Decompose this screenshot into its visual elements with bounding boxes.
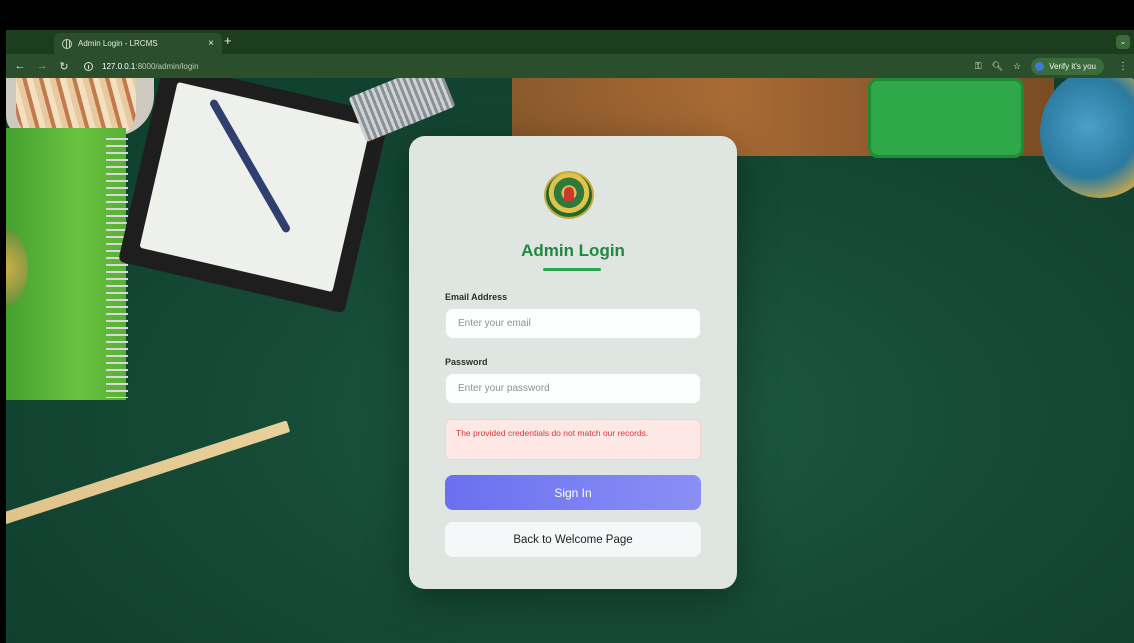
profile-avatar-icon — [1035, 61, 1045, 71]
browser-tab[interactable]: Admin Login - LRCMS × — [54, 33, 222, 54]
login-card: Admin Login Email Address Password The p… — [409, 136, 737, 589]
bookmark-star-icon[interactable]: ☆ — [1013, 61, 1021, 72]
notebook-spiral-decoration — [106, 138, 128, 398]
page-title: Admin Login — [521, 241, 625, 260]
address-bar[interactable]: 127.0.0.1:8000/admin/login — [84, 57, 944, 75]
email-field[interactable] — [445, 308, 701, 339]
site-info-icon[interactable] — [84, 61, 93, 71]
menu-icon[interactable]: ⋮ — [1118, 61, 1128, 72]
new-tab-button[interactable]: + — [224, 34, 232, 48]
url-path: :8000/admin/login — [135, 61, 199, 71]
long-pencil-decoration — [6, 420, 291, 528]
green-box-decoration — [868, 78, 1024, 158]
sign-in-button[interactable]: Sign In — [445, 475, 701, 510]
verify-label: Verify it's you — [1049, 61, 1096, 71]
url-host: 127.0.0.1 — [102, 61, 136, 71]
back-to-welcome-button[interactable]: Back to Welcome Page — [445, 522, 701, 557]
tab-strip: Admin Login - LRCMS × + ⌄ — [6, 30, 1134, 54]
password-label: Password — [445, 357, 488, 367]
error-message: The provided credentials do not match ou… — [445, 419, 701, 460]
password-field[interactable] — [445, 373, 701, 404]
tab-title: Admin Login - LRCMS — [78, 39, 158, 48]
reload-icon[interactable]: ↻ — [56, 60, 72, 73]
verify-profile-button[interactable]: Verify it's you — [1031, 57, 1104, 75]
globe-right-decoration — [1040, 78, 1134, 198]
grater-decoration — [348, 78, 456, 143]
forward-icon[interactable]: → — [34, 60, 50, 72]
globe-icon — [62, 38, 72, 49]
browser-toolbar: ← → ↻ 127.0.0.1:8000/admin/login ⚿ 🔍︎ ☆ … — [6, 54, 1134, 78]
email-label: Email Address — [445, 292, 508, 302]
close-icon[interactable]: × — [208, 38, 214, 49]
title-underline — [543, 268, 601, 271]
page-background: Admin Login Email Address Password The p… — [6, 78, 1134, 643]
zoom-icon[interactable]: 🔍︎ — [992, 61, 1003, 72]
toolbar-icons: ⚿ 🔍︎ ☆ Verify it's you ⋮ — [975, 57, 1128, 75]
key-icon[interactable]: ⚿ — [975, 61, 982, 72]
institution-logo-icon — [544, 171, 594, 219]
tab-search-chevron-icon[interactable]: ⌄ — [1116, 35, 1130, 49]
screen: Admin Login - LRCMS × + ⌄ ← → ↻ 127.0.0.… — [6, 0, 1134, 643]
back-icon[interactable]: ← — [12, 60, 28, 72]
